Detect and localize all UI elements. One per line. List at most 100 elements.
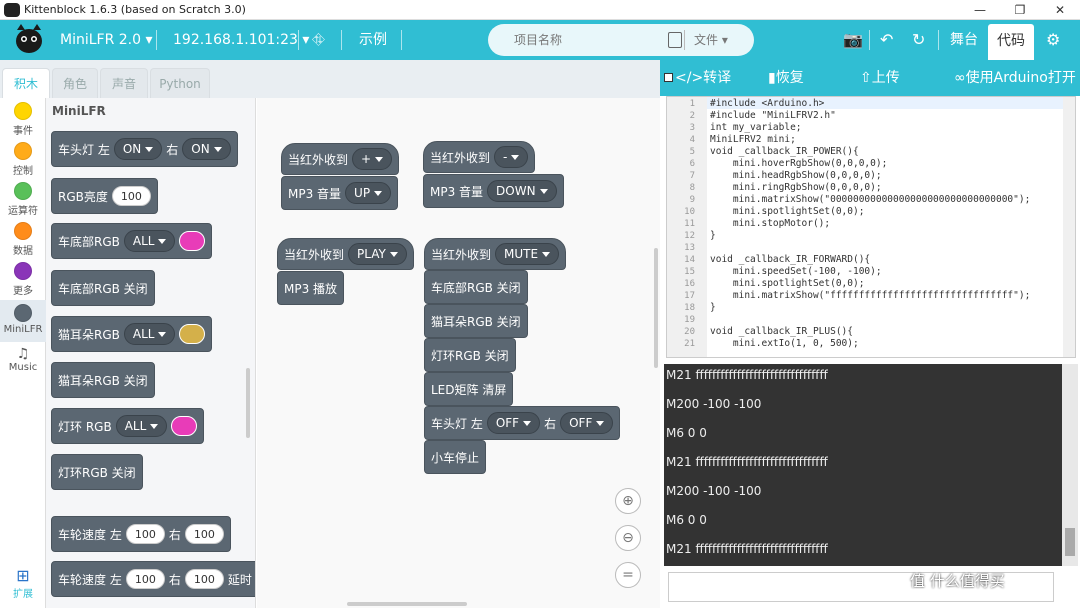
tab-blocks[interactable]: 积木 — [2, 68, 50, 98]
ear-rgb-dropdown[interactable]: ALL — [123, 323, 176, 345]
code-line[interactable]: } — [710, 230, 716, 242]
kitten-logo-icon[interactable] — [12, 22, 46, 56]
code-tab[interactable]: 代码 — [988, 24, 1034, 60]
refresh-icon[interactable]: ↻ — [912, 20, 925, 60]
file-menu[interactable]: 文件 ▾ — [694, 24, 728, 56]
save-icon[interactable] — [668, 32, 682, 48]
code-line[interactable]: void _callback_IR_PLUS(){ — [710, 326, 853, 338]
mp3-play-block[interactable]: MP3 播放 — [277, 271, 345, 305]
code-line[interactable]: mini.headRgbShow(0,0,0,0); — [710, 170, 882, 182]
wheel-speed-block[interactable]: 车轮速度 左 100 右 100 — [51, 516, 231, 552]
category-control[interactable]: 控制 — [0, 142, 46, 180]
close-button[interactable]: ✕ — [1040, 0, 1080, 20]
settings-gear-icon[interactable]: ⚙ — [1046, 20, 1060, 60]
headlight-left-dropdown[interactable]: OFF — [486, 412, 541, 434]
zoom-out-icon[interactable]: ⊖ — [615, 525, 641, 551]
stop-car-block[interactable]: 小车停止 — [424, 440, 487, 474]
code-line[interactable]: void _callback_IR_POWER(){ — [710, 146, 859, 158]
volume-dropdown[interactable]: UP — [345, 182, 392, 204]
category-more[interactable]: 更多 — [0, 262, 46, 300]
ear-rgb-block[interactable]: 猫耳朵RGB ALL — [51, 316, 213, 352]
headlight-right-dropdown[interactable]: OFF — [560, 412, 614, 434]
code-line[interactable]: mini.extIo(1, 0, 500); — [710, 338, 859, 350]
code-line[interactable]: mini.spotlightSet(0,0); — [710, 278, 865, 290]
extensions-button[interactable]: ⊞ 扩展 — [0, 566, 46, 602]
bottom-rgb-block[interactable]: 车底部RGB ALL — [51, 223, 213, 259]
examples-menu[interactable]: 示例 — [359, 20, 387, 60]
category-operators[interactable]: 运算符 — [0, 182, 46, 220]
mp3-volume-block[interactable]: MP3 音量 UP — [281, 176, 399, 210]
project-name-input[interactable]: 项目名称 — [514, 24, 562, 56]
category-music[interactable]: ♫ Music — [0, 346, 46, 380]
rgb-brightness-block[interactable]: RGB亮度 100 — [51, 178, 158, 214]
wheel-speed-delay-block[interactable]: 车轮速度 左100 右100 延时100 — [51, 561, 255, 597]
brightness-input[interactable]: 100 — [111, 186, 151, 206]
ir-hat-block[interactable]: 当红外收到 MUTE — [424, 238, 567, 270]
bottom-rgb-off-block[interactable]: 车底部RGB 关闭 — [424, 270, 528, 304]
bottom-rgb-dropdown[interactable]: ALL — [123, 230, 176, 252]
left-speed-input[interactable]: 100 — [125, 524, 165, 544]
ir-hat-block[interactable]: 当红外收到 - — [423, 141, 536, 173]
code-line[interactable]: mini.ringRgbShow(0,0,0,0); — [710, 182, 882, 194]
script-workspace[interactable]: 当红外收到 + MP3 音量 UP 当红外收到 - MP3 音量 DOWN 当红外收到 P… — [257, 98, 660, 608]
network-icon[interactable]: ⛗ — [312, 20, 325, 60]
undo-icon[interactable]: ↶ — [880, 20, 893, 60]
ring-rgb-off-block[interactable]: 灯环RGB 关闭 — [424, 338, 516, 372]
workspace-h-scrollbar[interactable] — [347, 602, 467, 606]
right-speed-input[interactable]: 100 — [184, 569, 224, 589]
code-line[interactable]: #include <Arduino.h> — [710, 98, 824, 110]
project-name-box[interactable]: 项目名称 文件 ▾ — [488, 24, 754, 56]
workspace-v-scrollbar[interactable] — [654, 248, 658, 368]
palette-scrollbar[interactable] — [246, 368, 250, 438]
code-line[interactable]: mini.hoverRgbShow(0,0,0,0); — [710, 158, 887, 170]
bottom-rgb-off-block[interactable]: 车底部RGB 关闭 — [51, 270, 155, 306]
device-menu[interactable]: MiniLFR 2.0 ▾ — [60, 20, 153, 60]
right-speed-input[interactable]: 100 — [184, 524, 224, 544]
ip-menu[interactable]: 192.168.1.101:23 ▾ — [173, 20, 309, 60]
color-picker[interactable] — [179, 231, 206, 251]
mp3-volume-block[interactable]: MP3 音量 DOWN — [423, 174, 564, 208]
code-line[interactable]: int my_variable; — [710, 122, 802, 134]
headlight-left-dropdown[interactable]: ON — [113, 138, 163, 160]
stage-tab[interactable]: 舞台 — [950, 20, 978, 60]
ir-key-dropdown[interactable]: MUTE — [495, 243, 560, 265]
ring-rgb-off-block[interactable]: 灯环RGB 关闭 — [51, 454, 143, 490]
code-line[interactable]: void _callback_IR_FORWARD(){ — [710, 254, 870, 266]
ir-key-dropdown[interactable]: + — [352, 148, 393, 170]
code-line[interactable]: #include "MiniLFRV2.h" — [710, 110, 836, 122]
tab-sounds[interactable]: 声音 — [100, 68, 148, 98]
ring-rgb-dropdown[interactable]: ALL — [115, 415, 168, 437]
headlight-block[interactable]: 车头灯 左 ON 右 ON — [51, 131, 238, 167]
color-picker[interactable] — [171, 416, 198, 436]
code-line[interactable]: MiniLFRV2 mini; — [710, 134, 796, 146]
ir-hat-block[interactable]: 当红外收到 + — [281, 143, 400, 175]
upload-button[interactable]: ⇧上传 — [860, 60, 900, 96]
ear-rgb-off-block[interactable]: 猫耳朵RGB 关闭 — [424, 304, 528, 338]
category-data[interactable]: 数据 — [0, 222, 46, 260]
ring-rgb-block[interactable]: 灯环 RGB ALL — [51, 408, 205, 444]
minimize-button[interactable]: — — [960, 0, 1000, 20]
zoom-reset-icon[interactable]: = — [615, 562, 641, 588]
zoom-in-icon[interactable]: ⊕ — [615, 488, 641, 514]
tab-python[interactable]: Python — [150, 68, 210, 98]
ir-hat-block[interactable]: 当红外收到 PLAY — [277, 238, 414, 270]
code-line[interactable]: mini.matrixShow("fffffffffffffffffffffff… — [710, 290, 1030, 302]
code-line[interactable]: } — [710, 302, 716, 314]
code-line[interactable]: mini.speedSet(-100, -100); — [710, 266, 882, 278]
ir-key-dropdown[interactable]: PLAY — [348, 243, 407, 265]
checkbox-icon[interactable] — [664, 73, 673, 82]
code-line[interactable]: mini.stopMotor(); — [710, 218, 830, 230]
volume-dropdown[interactable]: DOWN — [487, 180, 557, 202]
category-minilfr[interactable]: MiniLFR — [0, 300, 46, 342]
ir-key-dropdown[interactable]: - — [494, 146, 529, 168]
editor-scrollbar[interactable] — [1063, 97, 1075, 357]
headlight-right-dropdown[interactable]: ON — [182, 138, 231, 160]
convert-button[interactable]: </>转译 — [664, 60, 731, 96]
code-editor[interactable]: 1 2 3 4 5 6 7 8 9 10 11 12 13 14 15 16 17 18 19 20 21 #inclu… — [666, 96, 1076, 358]
code-line[interactable]: mini.matrixShow("00000000000000000000000… — [710, 194, 1030, 206]
led-matrix-clear-block[interactable]: LED矩阵 清屏 — [424, 372, 514, 406]
headlight-block[interactable]: 车头灯 左 OFF 右 OFF — [424, 406, 621, 440]
restore-button[interactable]: ▮恢复 — [768, 60, 804, 96]
maximize-button[interactable]: ❐ — [1000, 0, 1040, 20]
camera-icon[interactable]: 📷 — [843, 20, 863, 60]
